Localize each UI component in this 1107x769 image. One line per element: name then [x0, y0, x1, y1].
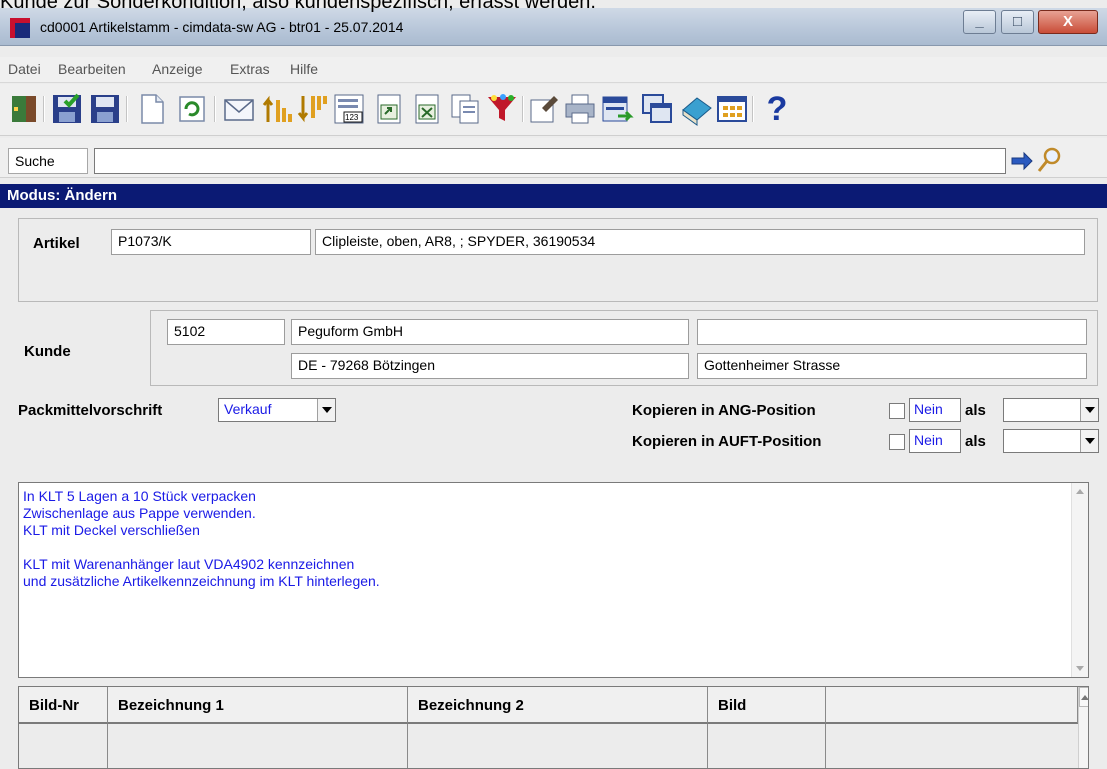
- copy-document-icon[interactable]: [448, 92, 482, 126]
- chevron-down-icon[interactable]: [317, 399, 335, 421]
- table-cell[interactable]: [19, 724, 108, 768]
- menu-hilfe[interactable]: Hilfe: [290, 61, 318, 77]
- help-icon[interactable]: ?: [760, 92, 794, 126]
- memo-line: In KLT 5 Lagen a 10 Stück verpacken: [23, 488, 256, 504]
- application-window: cd0001 Artikelstamm - cimdata-sw AG - bt…: [0, 0, 1107, 769]
- transfer-icon[interactable]: [600, 92, 634, 126]
- close-button[interactable]: X: [1038, 10, 1098, 34]
- menu-bearbeiten[interactable]: Bearbeiten: [58, 61, 126, 77]
- kopieren-ang-label: Kopieren in ANG-Position: [632, 402, 816, 419]
- menu-extras[interactable]: Extras: [230, 61, 270, 77]
- windows-icon[interactable]: [640, 92, 674, 126]
- kunde-extra-field[interactable]: [697, 319, 1087, 345]
- memo-scrollbar[interactable]: [1071, 483, 1088, 677]
- magnifier-icon[interactable]: [1036, 146, 1062, 174]
- column-header-bezeichnung-2[interactable]: Bezeichnung 2: [408, 687, 708, 724]
- excel-icon[interactable]: [410, 92, 444, 126]
- kopieren-ang-checkbox[interactable]: [889, 403, 905, 419]
- page-caption: Kunde zur Sonderkondition, also kundensp…: [0, 0, 596, 13]
- table-cell[interactable]: [826, 724, 1078, 768]
- memo-line: Zwischenlage aus Pappe verwenden.: [23, 505, 256, 521]
- artikel-group: Artikel P1073/K Clipleiste, oben, AR8, ;…: [18, 218, 1098, 302]
- kopieren-auft-label: Kopieren in AUFT-Position: [632, 433, 822, 450]
- minimize-button[interactable]: _: [963, 10, 996, 34]
- menu-datei[interactable]: Datei: [8, 61, 41, 77]
- memo-line: KLT mit Warenanhänger laut VDA4902 kennz…: [23, 556, 355, 572]
- packmittel-dropdown[interactable]: Verkauf: [218, 398, 336, 422]
- search-bar: Suche: [0, 138, 1107, 178]
- column-header-bild[interactable]: Bild: [708, 687, 826, 724]
- mode-label: Modus: Ändern: [7, 187, 117, 204]
- memo-line: und zusätzliche Artikelkennzeichnung im …: [23, 573, 380, 589]
- table-scrollbar[interactable]: [1078, 687, 1088, 768]
- refresh-icon[interactable]: [175, 92, 209, 126]
- kunde-label: Kunde: [24, 343, 71, 360]
- kopieren-ang-value: Nein: [909, 398, 961, 422]
- app-icon: [10, 18, 30, 38]
- menu-bar: Datei Bearbeiten Anzeige Extras Hilfe: [0, 57, 1107, 83]
- grid-view-icon[interactable]: [715, 92, 749, 126]
- kopieren-auft-als-dropdown[interactable]: [1003, 429, 1099, 453]
- scroll-up-icon[interactable]: [1079, 687, 1088, 707]
- kunde-number-field[interactable]: 5102: [167, 319, 285, 345]
- menu-anzeige[interactable]: Anzeige: [152, 61, 203, 77]
- close-icon: X: [1062, 13, 1073, 30]
- chevron-down-icon[interactable]: [1080, 430, 1098, 452]
- save-icon[interactable]: [88, 92, 122, 126]
- kopieren-auft-als-label: als: [965, 433, 986, 450]
- column-header-extra[interactable]: [826, 687, 1078, 724]
- kopieren-ang-als-dropdown[interactable]: [1003, 398, 1099, 422]
- search-label: Suche: [8, 148, 88, 174]
- number-format-icon[interactable]: 123: [332, 92, 366, 126]
- title-bar: cd0001 Artikelstamm - cimdata-sw AG - bt…: [0, 8, 1107, 46]
- mode-bar: Modus: Ändern: [0, 184, 1107, 208]
- table-cell[interactable]: [408, 724, 708, 768]
- properties-icon[interactable]: [528, 92, 562, 126]
- artikel-label: Artikel: [33, 235, 80, 252]
- scroll-up-icon[interactable]: [1076, 489, 1084, 494]
- image-table: Bild-Nr Bezeichnung 1 Bezeichnung 2 Bild: [18, 686, 1089, 769]
- table-cell[interactable]: [708, 724, 826, 768]
- filter-icon[interactable]: [485, 92, 519, 126]
- column-header-bezeichnung-1[interactable]: Bezeichnung 1: [108, 687, 408, 724]
- packmittel-label: Packmittelvorschrift: [18, 402, 163, 419]
- window-title: cd0001 Artikelstamm - cimdata-sw AG - bt…: [40, 19, 404, 35]
- save-close-icon[interactable]: [50, 92, 84, 126]
- kunde-group: 5102 Peguform GmbH DE - 79268 Bötzingen …: [150, 310, 1098, 386]
- kunde-name-field[interactable]: Peguform GmbH: [291, 319, 689, 345]
- column-header-bild-nr[interactable]: Bild-Nr: [19, 687, 108, 724]
- print-icon[interactable]: [563, 92, 597, 126]
- export-icon[interactable]: [372, 92, 406, 126]
- artikel-description-field[interactable]: Clipleiste, oben, AR8, ; SPYDER, 3619053…: [315, 229, 1085, 255]
- artikel-number-field[interactable]: P1073/K: [111, 229, 311, 255]
- table-cell[interactable]: [108, 724, 408, 768]
- scroll-down-icon[interactable]: [1076, 666, 1084, 671]
- exit-icon[interactable]: [8, 92, 42, 126]
- packmittel-value: Verkauf: [224, 401, 272, 417]
- memo-line: KLT mit Deckel verschließen: [23, 522, 200, 538]
- sort-descending-icon[interactable]: [295, 92, 329, 126]
- kunde-street-field[interactable]: Gottenheimer Strasse: [697, 353, 1087, 379]
- mail-icon[interactable]: [222, 92, 256, 126]
- kunde-city-field[interactable]: DE - 79268 Bötzingen: [291, 353, 689, 379]
- sort-ascending-icon[interactable]: [260, 92, 294, 126]
- kopieren-auft-value: Nein: [909, 429, 961, 453]
- chevron-down-icon[interactable]: [1080, 399, 1098, 421]
- svg-text:123: 123: [345, 113, 359, 122]
- kopieren-auft-checkbox[interactable]: [889, 434, 905, 450]
- packing-instructions-textarea[interactable]: In KLT 5 Lagen a 10 Stück verpacken Zwis…: [18, 482, 1089, 678]
- book-icon[interactable]: [680, 92, 714, 126]
- new-document-icon[interactable]: [135, 92, 169, 126]
- toolbar: 123 ?: [0, 84, 1107, 136]
- kopieren-ang-als-label: als: [965, 402, 986, 419]
- maximize-button[interactable]: □: [1001, 10, 1034, 34]
- arrow-right-icon[interactable]: [1010, 150, 1034, 172]
- search-input[interactable]: [94, 148, 1006, 174]
